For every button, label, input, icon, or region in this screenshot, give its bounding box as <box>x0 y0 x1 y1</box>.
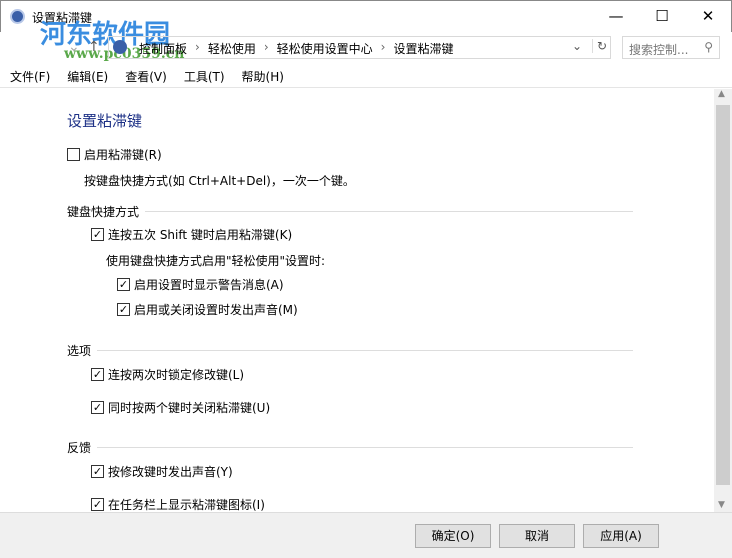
section-feedback: 反馈 <box>67 439 633 456</box>
close-button[interactable]: ✕ <box>685 1 731 31</box>
checkbox-label: 连按两次时锁定修改键(L) <box>108 368 245 382</box>
section-label: 键盘快捷方式 <box>67 205 140 219</box>
ok-button[interactable]: 确定(O) <box>415 524 491 548</box>
checkbox-box: ✓ <box>117 278 130 291</box>
divider <box>97 447 633 448</box>
control-panel-icon <box>113 40 127 54</box>
two-keys-checkbox[interactable]: ✓ 同时按两个键时关闭粘滞键(U) <box>91 399 270 416</box>
minimize-button[interactable]: — <box>593 1 639 31</box>
maximize-button[interactable]: ☐ <box>639 1 685 31</box>
search-input[interactable]: 搜索控制... ⚲ <box>622 36 720 59</box>
checkbox-box: ✓ <box>117 303 130 316</box>
section-label: 反馈 <box>67 441 92 455</box>
checkbox-box: ✓ <box>91 498 104 511</box>
checkbox-box: ✓ <box>91 228 104 241</box>
checkbox-label: 同时按两个键时关闭粘滞键(U) <box>108 401 271 415</box>
apply-button[interactable]: 应用(A) <box>583 524 659 548</box>
separator: › <box>195 40 200 54</box>
divider <box>97 350 633 351</box>
lock-modifier-checkbox[interactable]: ✓ 连按两次时锁定修改键(L) <box>91 366 244 383</box>
menu-edit[interactable]: 编辑(E) <box>67 66 108 87</box>
checkbox-box: ✓ <box>91 368 104 381</box>
taskbar-icon-checkbox[interactable]: ✓ 在任务栏上显示粘滞键图标(I) <box>91 496 265 512</box>
search-icon: ⚲ <box>704 40 713 54</box>
section-label: 选项 <box>67 344 92 358</box>
checkbox-box: ✓ <box>91 401 104 414</box>
content-area: 设置粘滞键 启用粘滞键(R) 按键盘快捷方式(如 Ctrl+Alt+Del)，一… <box>0 89 714 512</box>
section-shortcut: 键盘快捷方式 <box>67 203 633 220</box>
refresh-icon[interactable]: ↻ <box>592 39 607 53</box>
breadcrumb: 控制面板 › 轻松使用 › 轻松使用设置中心 › 设置粘滞键 <box>139 40 454 57</box>
up-arrow-icon[interactable]: ↑ <box>88 39 100 55</box>
scrollbar[interactable]: ▲ ▼ <box>714 89 732 512</box>
checkbox-label: 连按五次 Shift 键时启用粘滞键(K) <box>108 228 293 242</box>
search-placeholder: 搜索控制... <box>629 43 689 57</box>
shift5-checkbox[interactable]: ✓ 连按五次 Shift 键时启用粘滞键(K) <box>91 226 292 243</box>
crumb-ease-center[interactable]: 轻松使用设置中心 <box>277 40 373 57</box>
shortcut-description: 使用键盘快捷方式启用"轻松使用"设置时: <box>106 254 326 268</box>
crumb-control-panel[interactable]: 控制面板 <box>139 40 187 57</box>
warning-checkbox[interactable]: ✓ 启用设置时显示警告消息(A) <box>117 276 284 293</box>
checkbox-label: 在任务栏上显示粘滞键图标(I) <box>108 498 265 512</box>
checkbox-label: 启用或关闭设置时发出声音(M) <box>134 303 298 317</box>
checkbox-label: 启用设置时显示警告消息(A) <box>134 278 284 292</box>
checkbox-label: 启用粘滞键(R) <box>84 148 162 162</box>
menu-bar: 文件(F) 编辑(E) 查看(V) 工具(T) 帮助(H) <box>0 66 732 88</box>
crumb-ease-of-access[interactable]: 轻松使用 <box>208 40 256 57</box>
page-title: 设置粘滞键 <box>67 112 143 130</box>
menu-help[interactable]: 帮助(H) <box>242 66 284 87</box>
sound-toggle-checkbox[interactable]: ✓ 启用或关闭设置时发出声音(M) <box>117 301 298 318</box>
menu-file[interactable]: 文件(F) <box>10 66 50 87</box>
cancel-button[interactable]: 取消 <box>499 524 575 548</box>
separator: › <box>263 40 269 54</box>
app-icon <box>10 9 25 24</box>
menu-tools[interactable]: 工具(T) <box>184 66 225 87</box>
scroll-up-icon[interactable]: ▲ <box>718 89 725 99</box>
scroll-thumb[interactable] <box>716 105 730 485</box>
recent-chevron-icon[interactable]: ⌄ <box>68 39 80 55</box>
checkbox-box <box>67 148 80 161</box>
enable-description: 按键盘快捷方式(如 Ctrl+Alt+Del)，一次一个键。 <box>84 174 355 188</box>
crumb-sticky-keys[interactable]: 设置粘滞键 <box>393 40 453 57</box>
divider <box>145 211 633 212</box>
checkbox-label: 按修改键时发出声音(Y) <box>108 465 233 479</box>
address-bar[interactable]: 控制面板 › 轻松使用 › 轻松使用设置中心 › 设置粘滞键 ⌄ ↻ <box>108 36 611 59</box>
menu-view[interactable]: 查看(V) <box>125 66 167 87</box>
separator: › <box>380 40 386 54</box>
checkbox-box: ✓ <box>91 465 104 478</box>
footer: 确定(O) 取消 应用(A) <box>0 512 732 558</box>
scroll-down-icon[interactable]: ▼ <box>718 500 725 510</box>
section-options: 选项 <box>67 342 633 359</box>
enable-sticky-keys-checkbox[interactable]: 启用粘滞键(R) <box>67 146 162 163</box>
dropdown-chevron-icon[interactable]: ⌄ <box>572 39 582 53</box>
beep-checkbox[interactable]: ✓ 按修改键时发出声音(Y) <box>91 463 233 480</box>
